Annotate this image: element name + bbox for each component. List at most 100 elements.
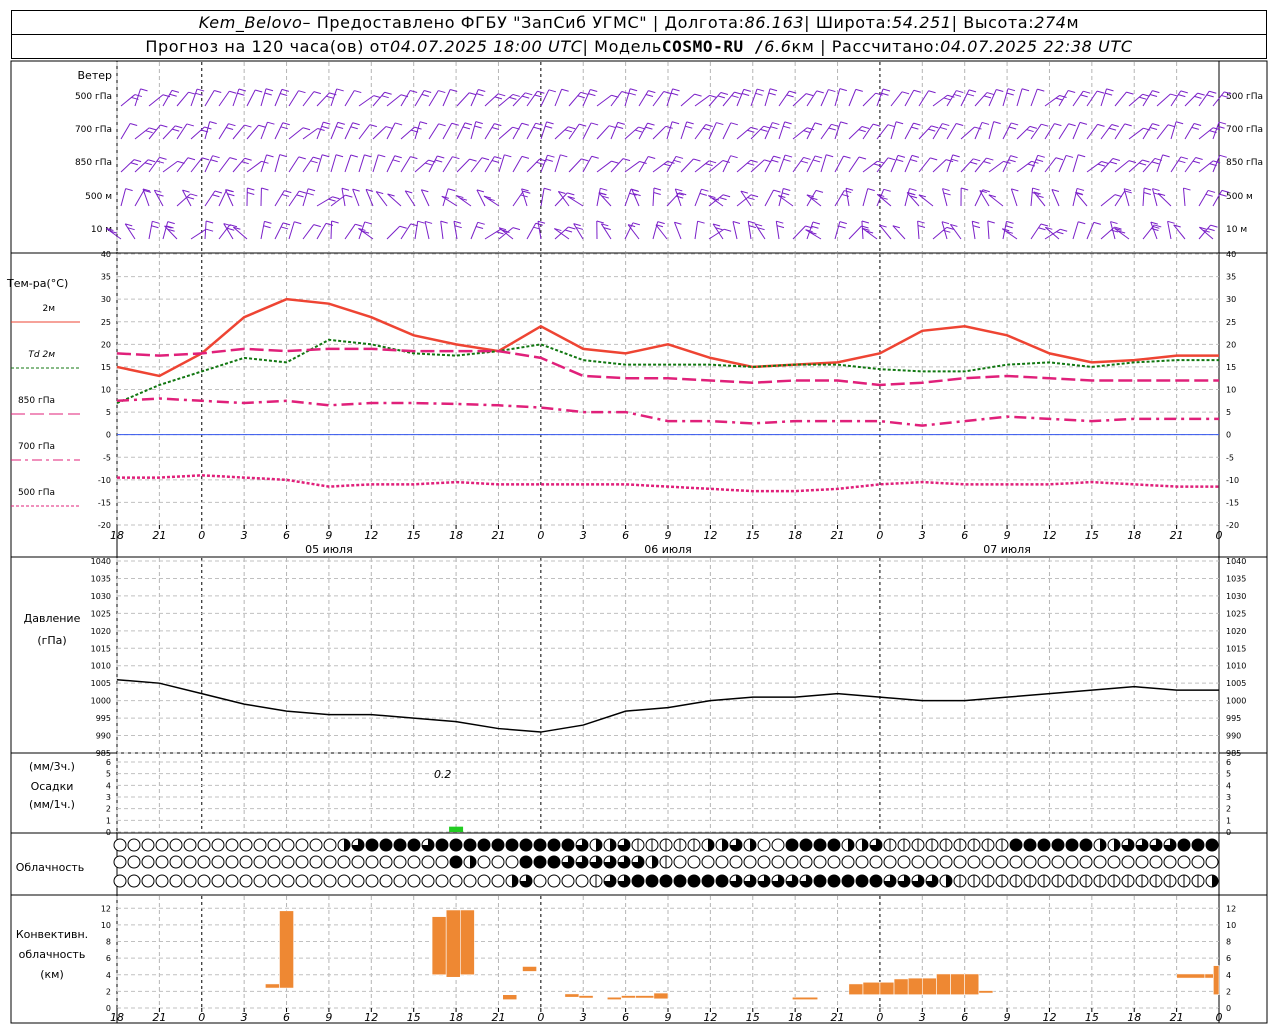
cloud-fill — [548, 839, 560, 851]
wind-barb-flag — [943, 97, 951, 101]
cloud-symbol — [1065, 838, 1079, 852]
conv-bar — [893, 978, 909, 996]
wind-barb-flag — [577, 95, 585, 99]
cloud-fill — [862, 839, 868, 851]
cloud-symbol — [309, 855, 323, 869]
wind-barb-staff — [190, 228, 207, 240]
wind-barb-flag — [693, 158, 701, 162]
wind-barb-flag — [469, 92, 477, 96]
wind-barb — [358, 154, 372, 173]
cloud-circle — [729, 855, 743, 869]
wind-barb-flag — [648, 90, 656, 94]
wind-barb-staff — [153, 189, 164, 207]
cloud-circle — [743, 855, 757, 869]
time-label-mid: 9 — [665, 529, 672, 542]
wind-barb — [652, 187, 662, 207]
wind-barb-flag — [858, 156, 867, 160]
wind-barb-flag — [591, 155, 599, 159]
wind-barb-staff — [302, 224, 315, 240]
wind-barb — [1114, 190, 1132, 207]
wind-barb-staff — [260, 221, 265, 240]
wind-barb-staff — [1072, 188, 1078, 207]
wind-barb-staff — [420, 189, 430, 207]
wind-barb — [302, 128, 325, 140]
wind-barb-flag — [187, 157, 196, 161]
wind-barb — [274, 222, 291, 240]
cloud-symbol — [449, 874, 463, 888]
wind-barb — [694, 188, 709, 207]
cloud-symbol — [505, 874, 519, 888]
wind-barb-staff — [1058, 90, 1069, 107]
cloud-symbol — [491, 855, 505, 869]
wind-barb — [164, 225, 178, 240]
cloud-symbol — [729, 874, 743, 888]
wind-barb-staff — [218, 90, 230, 107]
wind-barb-staff — [204, 121, 211, 140]
wind-barb-flag — [1170, 93, 1178, 97]
wind-barb-flag — [772, 122, 780, 126]
wind-barb-flag — [1126, 91, 1134, 95]
time-label-mid: 18 — [1127, 529, 1141, 542]
wind-barb-flag — [547, 154, 555, 158]
cloud-symbol — [351, 838, 365, 852]
wind-barb-flag — [564, 229, 573, 233]
wind-barb-flag — [421, 93, 430, 97]
cloud-circle — [1065, 855, 1079, 869]
cloud-symbol — [267, 874, 281, 888]
wind-barb-flag — [800, 160, 809, 164]
wind-barb — [778, 90, 797, 107]
wind-barb — [512, 122, 529, 140]
wind-barb — [890, 121, 904, 140]
wind-barb-staff — [260, 88, 267, 107]
time-label-bottom: 9 — [1004, 1011, 1011, 1024]
temp-tick-left: 35 — [101, 273, 111, 282]
cloud-symbol — [449, 838, 463, 852]
wind-barb-flag — [509, 96, 517, 100]
cloud-symbol — [1037, 855, 1051, 869]
wind-barb-staff — [778, 90, 790, 107]
cloud-symbol — [393, 874, 407, 888]
wind-barb-staff — [1184, 157, 1197, 173]
wind-barb-flag — [653, 187, 662, 191]
cloud-fill — [856, 875, 868, 887]
wind-barb-flag — [424, 90, 432, 93]
cloud-symbol — [715, 838, 729, 852]
wind-barb — [1058, 154, 1074, 173]
wind-barb-flag — [462, 126, 471, 130]
precip-tick-left: 0 — [106, 828, 111, 837]
wind-barb-staff — [302, 156, 314, 173]
wind-barb — [204, 190, 223, 207]
cloud-fill — [1038, 839, 1050, 851]
wind-barb — [1128, 127, 1151, 140]
cloud-symbol — [379, 838, 393, 852]
cloud-symbol — [407, 855, 421, 869]
pressure-tick-left: 985 — [96, 749, 111, 758]
wind-barb — [1142, 123, 1160, 140]
wind-barb-staff — [424, 221, 430, 240]
cloud-label: Облачность — [16, 861, 85, 874]
wind-barb — [974, 121, 990, 140]
wind-barb-flag — [523, 190, 531, 194]
wind-barb-flag — [615, 126, 624, 129]
conv-bar — [848, 983, 864, 996]
wind-barb — [232, 157, 252, 173]
temp-tick-right: 35 — [1226, 273, 1236, 282]
wind-barb-flag — [255, 89, 263, 93]
precip-tick-right: 5 — [1226, 770, 1231, 779]
wind-barb-flag — [861, 220, 870, 224]
wind-barb — [204, 155, 220, 173]
cloud-circle — [323, 838, 337, 852]
cloud-circle — [127, 874, 141, 888]
wind-barb-flag — [1040, 223, 1049, 227]
cloud-symbol — [113, 855, 127, 869]
wind-barb-staff — [498, 94, 514, 107]
wind-barb-staff — [722, 122, 732, 140]
wind-barb-flag — [525, 92, 533, 96]
wind-barb-flag — [1080, 94, 1088, 98]
cloud-symbol — [197, 855, 211, 869]
wind-barb-staff — [204, 190, 216, 207]
wind-barb-flag — [307, 188, 316, 192]
wind-barb — [567, 195, 584, 207]
wind-barb-staff — [673, 222, 682, 240]
temp-tick-right: 0 — [1226, 431, 1231, 440]
